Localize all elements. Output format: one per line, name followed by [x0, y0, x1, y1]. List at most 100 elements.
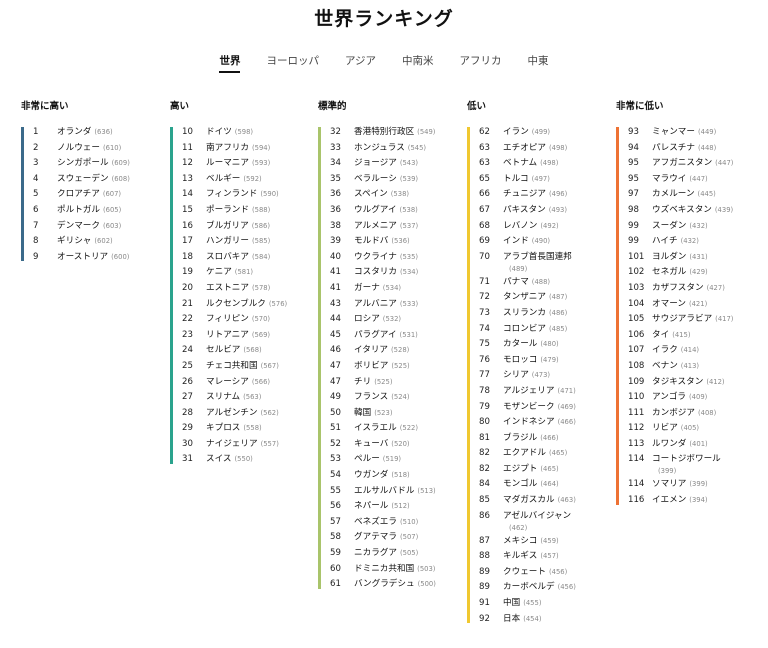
rank-number: 114 [628, 454, 645, 465]
country-name: エジプト [503, 463, 538, 474]
ranking-list: 1 オランダ (636) 2 ノルウェー (610) 3 シンガポール (609) 4 スウェーデン… [21, 127, 171, 267]
country-name-cell: ベラルーシ (539) [354, 174, 464, 184]
rank-number: 106 [628, 329, 645, 340]
ranking-list: 93 ミャンマー (449) 94 パレスチナ (448) 95 アフガニスタン (447) 95… [616, 127, 766, 511]
score: (538) [399, 205, 418, 214]
country-name-cell: ボリビア (525) [354, 361, 464, 371]
list-item: 16 ブルガリア (586) [182, 221, 320, 237]
score: (550) [234, 455, 253, 464]
rank-number: 69 [479, 236, 490, 247]
ranking-list: 62 イラン (499) 63 エチオピア (498) 63 ベトナム (498) 65 トルコ (4… [467, 127, 617, 629]
column-very-high: 非常に高い 1 オランダ (636) 2 ノルウェー (610) 3 シンガポール (609) 4… [21, 98, 171, 262]
country-name: ブラジル [503, 432, 538, 443]
country-name-cell: コロンビア (485) [503, 324, 613, 334]
rank-number: 6 [33, 204, 39, 215]
list-item: 47 ボリビア (525) [330, 361, 468, 377]
list-item: 95 アフガニスタン (447) [628, 158, 766, 174]
rank-number: 63 [479, 142, 490, 153]
country-name-cell: キルギス (457) [503, 551, 613, 561]
rank-number: 94 [628, 142, 639, 153]
list-item: 114 コートジボワール (399) [628, 454, 766, 479]
country-name-cell: パラグアイ (531) [354, 330, 464, 340]
rank-number: 2 [33, 142, 39, 153]
list-item: 12 ルーマニア (593) [182, 158, 320, 174]
tab-europe[interactable]: ヨーロッパ [253, 54, 332, 68]
list-item: 61 バングラデシュ (500) [330, 579, 468, 595]
list-item: 94 パレスチナ (448) [628, 143, 766, 159]
rank-number: 36 [330, 204, 341, 215]
rank-number: 40 [330, 251, 341, 262]
country-name: リビア [652, 423, 678, 434]
rank-number: 52 [330, 438, 341, 449]
list-item: 67 パキスタン (493) [479, 205, 617, 221]
rank-number: 43 [330, 298, 341, 309]
list-item: 9 オーストリア (600) [33, 252, 171, 268]
score: (525) [374, 377, 393, 386]
country-name: モンゴル [503, 479, 538, 490]
list-item: 107 イラク (414) [628, 345, 766, 361]
score: (498) [540, 159, 559, 168]
score: (405) [680, 424, 700, 433]
country-name: オーストリア [57, 251, 109, 262]
list-item: 24 セルビア (568) [182, 345, 320, 361]
list-item: 39 モルドバ (536) [330, 236, 468, 252]
country-name-cell: エクアドル (465) [503, 448, 613, 458]
list-item: 7 デンマーク (603) [33, 221, 171, 237]
country-name: 南アフリカ [206, 142, 249, 153]
list-item: 105 サウジアラビア (417) [628, 314, 766, 330]
list-item: 91 中国 (455) [479, 598, 617, 614]
score: (607) [102, 190, 122, 199]
country-name: ケニア [206, 267, 232, 278]
list-item: 2 ノルウェー (610) [33, 143, 171, 159]
list-item: 80 インドネシア (466) [479, 417, 617, 433]
country-name-cell: フィンランド (590) [206, 189, 316, 199]
country-name: オマーン [652, 298, 686, 309]
list-item: 47 チリ (525) [330, 377, 468, 393]
country-name-cell: ベトナム (498) [503, 158, 613, 168]
rank-number: 51 [330, 423, 341, 434]
list-item: 36 スペイン (538) [330, 189, 468, 205]
rank-number: 53 [330, 454, 341, 465]
tab-africa[interactable]: アフリカ [447, 54, 515, 68]
country-name-cell: 香港特別行政区 (549) [354, 127, 464, 137]
list-item: 113 ルワンダ (401) [628, 439, 766, 455]
rank-number: 7 [33, 220, 39, 231]
country-name: キルギス [503, 551, 538, 562]
rank-number: 58 [330, 532, 341, 543]
rank-number: 24 [182, 345, 193, 356]
rank-number: 108 [628, 360, 645, 371]
score: (503) [417, 564, 436, 573]
list-item: 97 カメルーン (445) [628, 189, 766, 205]
list-item: 103 カザフスタン (427) [628, 283, 766, 299]
rank-number: 112 [628, 423, 645, 434]
country-name: ブルガリア [206, 220, 249, 231]
rank-number: 102 [628, 267, 645, 278]
country-name-cell: カンボジア (408) [652, 408, 762, 418]
country-name: リトアニア [206, 329, 249, 340]
list-item: 63 ベトナム (498) [479, 158, 617, 174]
rank-number: 86 [479, 510, 490, 521]
list-item: 50 韓国 (523) [330, 408, 468, 424]
score: (493) [548, 205, 567, 214]
level-bar [467, 127, 470, 623]
country-name-cell: ドイツ (598) [206, 127, 316, 137]
score: (415) [672, 330, 691, 339]
list-item: 86 アゼルバイジャン (462) [479, 511, 617, 536]
score: (432) [689, 221, 708, 230]
rank-number: 12 [182, 158, 193, 169]
list-item: 106 タイ (415) [628, 330, 766, 346]
tab-latin-america[interactable]: 中南米 [389, 54, 447, 68]
tab-middle-east[interactable]: 中東 [515, 54, 562, 68]
score: (584) [251, 252, 271, 261]
rank-number: 114 [628, 479, 645, 490]
country-name: コスタリカ [354, 267, 397, 278]
country-name: セネガル [652, 267, 687, 278]
score: (505) [399, 549, 419, 558]
country-name-cell: クウェート (456) [503, 567, 613, 577]
country-name-cell: ソマリア (399) [652, 479, 762, 489]
tab-asia[interactable]: アジア [332, 54, 389, 68]
score: (531) [399, 330, 418, 339]
score: (588) [251, 205, 271, 214]
list-item: 101 ヨルダン (431) [628, 252, 766, 268]
tab-world[interactable]: 世界 [206, 54, 253, 73]
